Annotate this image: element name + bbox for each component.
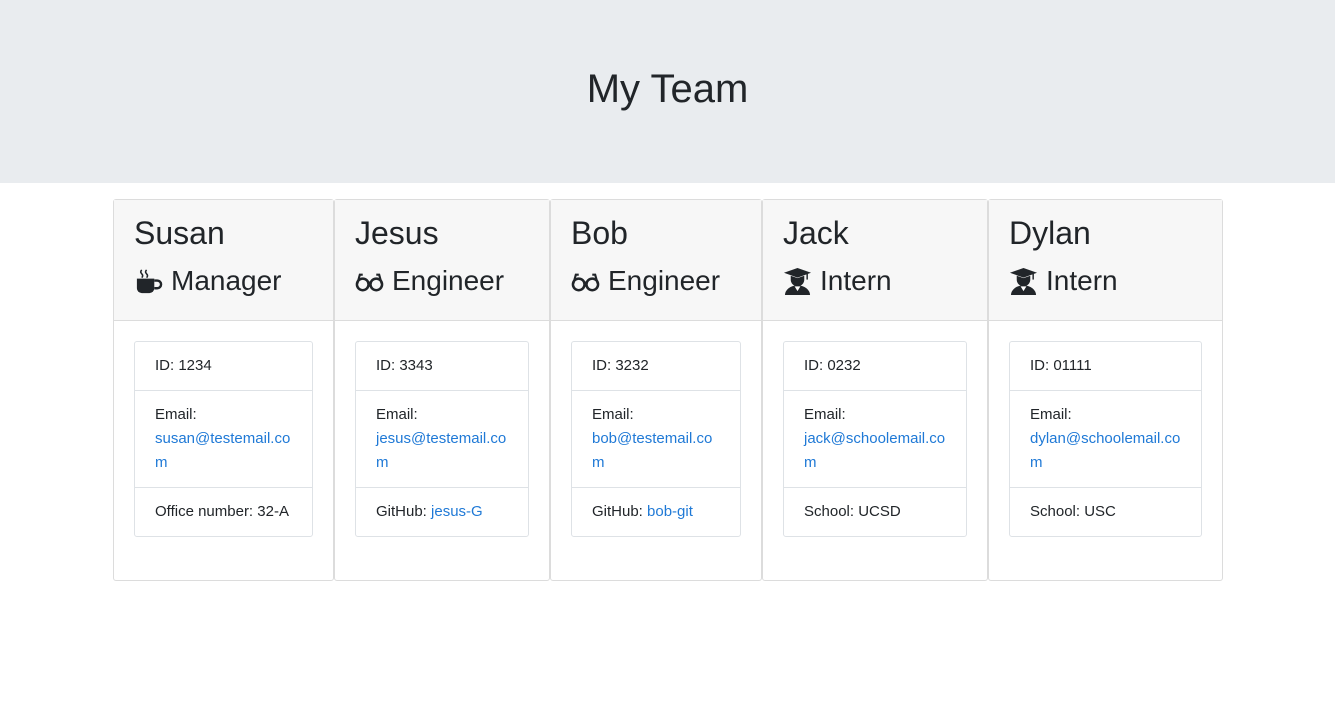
employee-name: Jesus — [355, 215, 439, 251]
employee-role: Engineer — [355, 262, 549, 300]
email-item: Email: bob@testemail.com — [572, 391, 740, 488]
role-label: Intern — [820, 265, 892, 296]
github-item: GitHub: bob-git — [572, 488, 740, 536]
employee-name: Dylan — [1009, 215, 1091, 251]
github-link[interactable]: bob-git — [647, 503, 693, 520]
github-item: GitHub: jesus-G — [356, 488, 528, 536]
id-item: ID: 01111 — [1010, 342, 1201, 391]
details-list: ID: 3343 Email: jesus@testemail.com GitH… — [355, 341, 529, 537]
jumbotron-header: My Team — [0, 0, 1335, 183]
details-list: ID: 1234 Email: susan@testemail.com Offi… — [134, 341, 313, 537]
email-link[interactable]: jack@schoolemail.com — [804, 430, 945, 471]
email-label: Email: — [376, 406, 418, 423]
email-link[interactable]: susan@testemail.com — [155, 430, 290, 471]
email-link[interactable]: jesus@testemail.com — [376, 430, 506, 471]
role-label: Engineer — [608, 265, 721, 296]
graduate-icon — [1009, 267, 1038, 296]
card-body: ID: 3343 Email: jesus@testemail.com GitH… — [335, 321, 549, 537]
details-list: ID: 3232 Email: bob@testemail.com GitHub… — [571, 341, 741, 537]
card-header: Jesus Engineer — [335, 200, 549, 321]
card-header: Susan Manager — [114, 200, 333, 321]
details-list: ID: 01111 Email: dylan@schoolemail.com S… — [1009, 341, 1202, 537]
id-item: ID: 0232 — [784, 342, 966, 391]
employee-name: Susan — [134, 215, 225, 251]
card-body: ID: 3232 Email: bob@testemail.com GitHub… — [551, 321, 761, 537]
github-label: GitHub: — [592, 503, 648, 520]
employee-name: Jack — [783, 215, 849, 251]
email-link[interactable]: bob@testemail.com — [592, 430, 712, 471]
id-item: ID: 1234 — [135, 342, 312, 391]
glasses-icon — [571, 267, 600, 296]
email-link[interactable]: dylan@schoolemail.com — [1030, 430, 1180, 471]
employee-name: Bob — [571, 215, 628, 251]
card-body: ID: 0232 Email: jack@schoolemail.com Sch… — [763, 321, 987, 537]
email-item: Email: jack@schoolemail.com — [784, 391, 966, 488]
employee-role: Intern — [783, 262, 987, 300]
email-label: Email: — [804, 406, 846, 423]
employee-card-manager: Susan Manager ID: 1234 Email: susan@test… — [113, 199, 334, 581]
school-item: School: USC — [1030, 503, 1116, 520]
employee-role: Engineer — [571, 262, 761, 300]
school-item: School: UCSD — [804, 503, 901, 520]
employee-card-engineer: Bob Engineer ID: 3232 Email: bob@testema… — [550, 199, 762, 581]
employee-card-engineer: Jesus Engineer ID: 3343 Email: jesus@tes… — [334, 199, 550, 581]
office-number-item: Office number: 32-A — [155, 503, 289, 520]
email-item: Email: dylan@schoolemail.com — [1010, 391, 1201, 488]
card-header: Dylan Intern — [989, 200, 1222, 321]
card-header: Bob Engineer — [551, 200, 761, 321]
github-label: GitHub: — [376, 503, 432, 520]
github-link[interactable]: jesus-G — [431, 503, 483, 520]
id-item: ID: 3232 — [572, 342, 740, 391]
role-label: Intern — [1046, 265, 1118, 296]
role-label: Engineer — [392, 265, 505, 296]
card-header: Jack Intern — [763, 200, 987, 321]
email-label: Email: — [1030, 406, 1072, 423]
coffee-icon — [134, 267, 163, 296]
role-label: Manager — [171, 265, 282, 296]
email-label: Email: — [592, 406, 634, 423]
page-title: My Team — [586, 66, 749, 111]
employee-card-intern: Dylan Intern ID: 01111 Email: dylan@scho… — [988, 199, 1223, 581]
employee-role: Manager — [134, 262, 333, 300]
card-body: ID: 01111 Email: dylan@schoolemail.com S… — [989, 321, 1222, 537]
graduate-icon — [783, 267, 812, 296]
email-item: Email: jesus@testemail.com — [356, 391, 528, 488]
id-item: ID: 3343 — [356, 342, 528, 391]
glasses-icon — [355, 267, 384, 296]
employee-role: Intern — [1009, 262, 1222, 300]
details-list: ID: 0232 Email: jack@schoolemail.com Sch… — [783, 341, 967, 537]
card-body: ID: 1234 Email: susan@testemail.com Offi… — [114, 321, 333, 537]
email-item: Email: susan@testemail.com — [135, 391, 312, 488]
employee-card-intern: Jack Intern ID: 0232 Email: jack@schoole… — [762, 199, 988, 581]
email-label: Email: — [155, 406, 197, 423]
